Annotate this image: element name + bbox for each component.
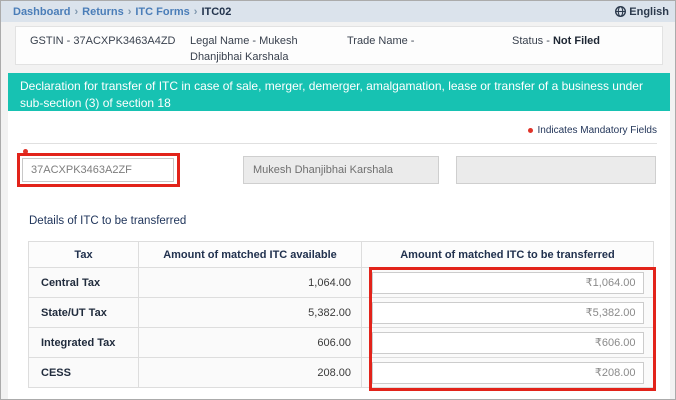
breadcrumb-separator: › [193,5,198,18]
breadcrumb-returns[interactable]: Returns [82,6,124,18]
gstin-text: GSTIN - 37ACXPK3463A4ZD [30,35,176,47]
table-row-central-tax: Central Tax 1,064.00 [28,267,654,298]
language-label: English [629,5,669,18]
state-ut-tax-transfer-input[interactable] [371,301,644,324]
header-itc-transferred: Amount of matched ITC to be transferred [361,241,654,268]
header-itc-available: Amount of matched ITC available [138,241,362,268]
breadcrumb-itc-forms[interactable]: ITC Forms [135,6,189,18]
globe-icon [615,6,627,17]
itc-transfer-table: Tax Amount of matched ITC available Amou… [28,241,654,388]
tax-label: CESS [28,357,139,388]
taxpayer-header: GSTIN - 37ACXPK3463A4ZD Legal Name - Muk… [15,26,663,65]
content-panel: Indicates Mandatory Fields Details of IT… [8,111,670,399]
itc-available-value: 5,382.00 [138,297,362,328]
table-row-integrated-tax: Integrated Tax 606.00 [28,327,654,358]
table-header-row: Tax Amount of matched ITC available Amou… [28,241,654,268]
gst-portal-screen: Dashboard › Returns › ITC Forms › ITC02 … [0,0,676,400]
status-text: Status - Not Filed [512,34,662,50]
breadcrumb: Dashboard › Returns › ITC Forms › ITC02 [1,6,231,18]
transferee-trade-name-field [456,156,656,184]
tax-label: Central Tax [28,267,139,298]
breadcrumb-separator: › [74,5,79,18]
section-title: Details of ITC to be transferred [29,215,187,227]
mandatory-note-label: Indicates Mandatory Fields [537,125,657,136]
itc-available-value: 1,064.00 [138,267,362,298]
transferee-legal-name-field [243,156,439,184]
status-value: Not Filed [552,35,601,47]
breadcrumb-bar: Dashboard › Returns › ITC Forms › ITC02 … [1,1,675,22]
breadcrumb-current-itc02: ITC02 [201,5,232,18]
status-label: Status - [512,35,553,47]
cess-transfer-input[interactable] [371,361,644,384]
tax-label: State/UT Tax [28,297,139,328]
transferee-gstin-input[interactable] [22,158,174,182]
breadcrumb-dashboard[interactable]: Dashboard [13,6,70,18]
annotation-highlight-gstin [17,153,180,187]
mandatory-dot-icon [528,128,534,133]
breadcrumb-separator: › [127,5,132,18]
tax-label: Integrated Tax [28,327,139,358]
divider [21,143,657,144]
header-tax: Tax [28,241,139,268]
form-title-banner: Declaration for transfer of ITC in case … [8,73,670,111]
language-selector[interactable]: English [615,1,669,22]
itc-available-value: 208.00 [138,357,362,388]
itc-available-value: 606.00 [138,327,362,358]
table-row-state-ut-tax: State/UT Tax 5,382.00 [28,297,654,328]
central-tax-transfer-input[interactable] [371,271,644,294]
integrated-tax-transfer-input[interactable] [371,331,644,354]
trade-name-text: Trade Name - [347,35,415,47]
mandatory-fields-note: Indicates Mandatory Fields [528,125,657,136]
table-row-cess: CESS 208.00 [28,357,654,388]
legal-name-text: Legal Name - Mukesh Dhanjibhai Karshala [190,35,298,63]
